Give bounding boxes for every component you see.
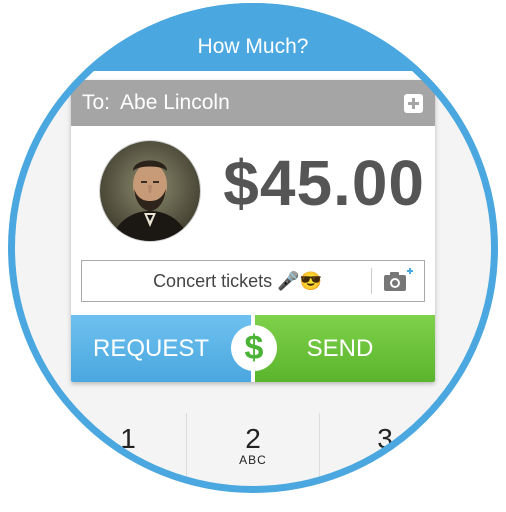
to-label: To: (82, 91, 111, 114)
key-letters: ABC (239, 453, 267, 467)
recipient-name[interactable]: Abe Lincoln (120, 91, 230, 115)
amount-display[interactable]: $45.00 (223, 146, 425, 220)
portrait-image (100, 141, 200, 241)
memo-text[interactable]: Concert tickets 🎤😎 (82, 271, 371, 292)
key-divider (186, 413, 187, 493)
send-label: SEND (306, 334, 374, 362)
send-button[interactable]: SEND (255, 315, 435, 382)
add-contact-icon[interactable] (404, 94, 423, 113)
memo-divider (371, 268, 372, 294)
app-header: How Much? (8, 3, 498, 71)
key-1[interactable]: 1 (63, 413, 193, 493)
number-keypad: 1 2 ABC 3 (8, 413, 498, 493)
key-2[interactable]: 2 ABC (188, 413, 318, 493)
dollar-symbol: $ (244, 328, 264, 367)
memo-field[interactable]: Concert tickets 🎤😎 (81, 260, 425, 302)
page-title: How Much? (197, 35, 309, 58)
avatar (99, 140, 201, 242)
app-viewport: How Much? To: Abe Lincoln $45.00 Concert… (8, 3, 498, 493)
key-number: 3 (377, 423, 393, 454)
request-label: REQUEST (92, 334, 209, 362)
dollar-icon: $ (231, 325, 277, 371)
camera-icon[interactable] (382, 268, 414, 294)
recipient-bar[interactable]: To: Abe Lincoln (71, 80, 435, 126)
key-3[interactable]: 3 (320, 413, 450, 493)
key-number: 1 (120, 423, 136, 454)
payment-card: To: Abe Lincoln $45.00 Concert tickets 🎤… (71, 80, 435, 382)
key-number: 2 (245, 423, 261, 454)
request-button[interactable]: REQUEST (71, 315, 251, 382)
